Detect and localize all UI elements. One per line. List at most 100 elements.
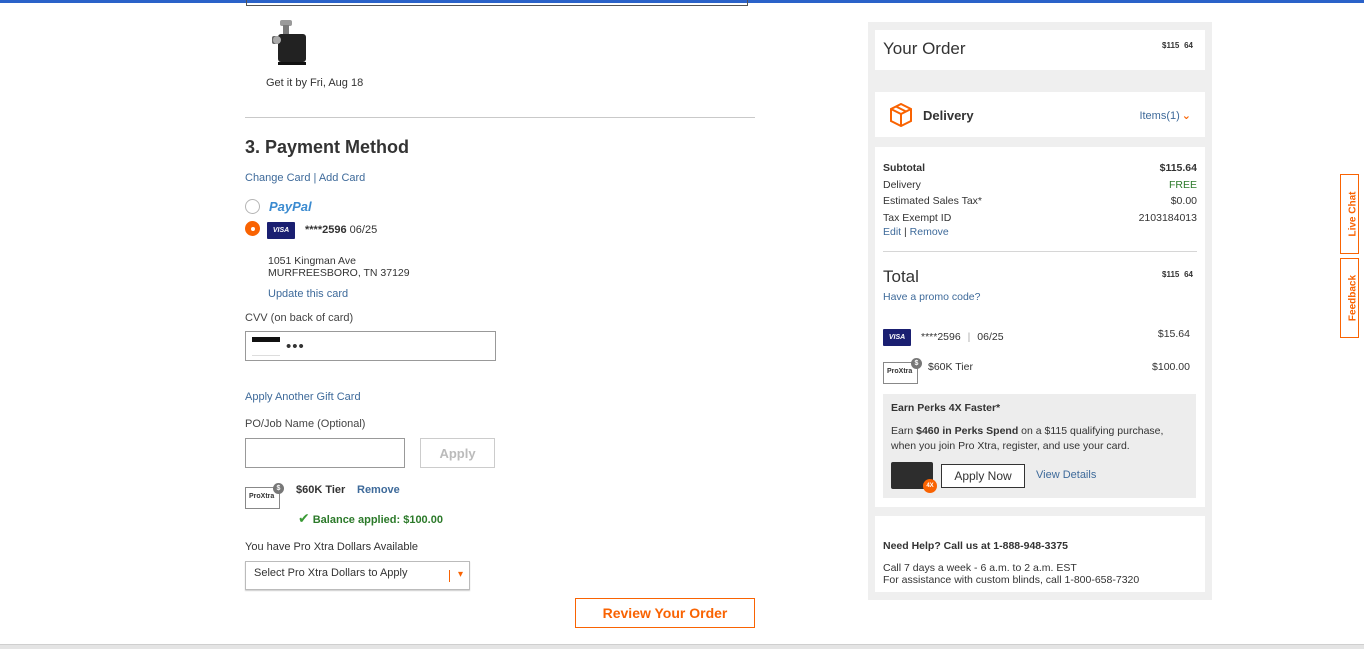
delivery-row-label: Delivery: [883, 179, 921, 191]
your-order-header: Your Order $115 64: [875, 30, 1205, 70]
tier-label: $60K Tier: [296, 484, 346, 496]
pay-card-info: ****2596 | 06/25: [921, 331, 1004, 343]
visa-icon: VISA: [267, 222, 295, 239]
cvv-label: CVV (on back of card): [245, 312, 354, 324]
product-box-edge: [246, 0, 748, 6]
paypal-radio[interactable]: [245, 199, 260, 214]
apply-button[interactable]: Apply: [420, 438, 495, 468]
perks-body-prefix: Earn: [891, 425, 917, 437]
total-dollars: $115: [1162, 270, 1180, 279]
edit-tax-exempt-link[interactable]: Edit: [883, 226, 901, 238]
address-line1: 1051 Kingman Ave: [268, 255, 356, 267]
help-panel: Need Help? Call us at 1-888-948-3375 Cal…: [875, 516, 1205, 592]
pay-card-amount: $15.64: [1157, 328, 1190, 340]
billing-address: 1051 Kingman Ave MURFREESBORO, TN 37129: [268, 255, 410, 279]
checkmark-icon: ✔: [298, 510, 310, 526]
tax-row: Estimated Sales Tax* $0.00: [883, 195, 1197, 209]
remove-tier-link[interactable]: Remove: [357, 484, 400, 496]
subtotal-value: $115.64: [1159, 162, 1197, 174]
help-body: Call 7 days a week - 6 a.m. to 2 a.m. ES…: [883, 562, 1139, 586]
update-card-link[interactable]: Update this card: [268, 288, 348, 300]
feedback-label: Feedback: [1347, 274, 1359, 322]
delivery-panel: Delivery Items(1) ⌄: [875, 92, 1205, 137]
pro-xtra-logo-text: ProXtra: [249, 493, 275, 500]
view-details-link[interactable]: View Details: [1036, 469, 1096, 481]
remove-tax-exempt-link[interactable]: Remove: [910, 226, 949, 238]
apply-now-button[interactable]: Apply Now: [941, 464, 1025, 488]
visa-icon: VISA: [883, 329, 911, 346]
saved-card-number: ****2596 06/25: [305, 224, 377, 236]
po-job-label: PO/Job Name (Optional): [245, 418, 366, 430]
change-card-link[interactable]: Change Card: [245, 172, 310, 184]
divider: [245, 117, 755, 118]
4x-badge: 4X: [923, 479, 937, 493]
pay-card-expiry: 06/25: [977, 331, 1004, 343]
tax-exempt-label: Tax Exempt ID: [883, 212, 952, 224]
subtotal-label: Subtotal: [883, 162, 925, 174]
product-image: [272, 20, 306, 65]
card-expiry: 06/25: [349, 224, 378, 236]
summary-divider: [883, 251, 1197, 252]
address-line2: MURFREESBORO, TN 37129: [268, 267, 410, 279]
help-title: Need Help? Call us at 1-888-948-3375: [883, 540, 1069, 552]
promo-code-link[interactable]: Have a promo code?: [883, 291, 980, 303]
delivery-row-value: FREE: [1168, 179, 1197, 191]
summary-details: Subtotal $115.64 Delivery FREE Estimated…: [875, 147, 1205, 507]
pro-xtra-logo-text: ProXtra: [887, 368, 913, 375]
order-summary: Your Order $115 64 Delivery Items(1) ⌄ Su…: [868, 22, 1212, 600]
pro-xtra-dollars-select[interactable]: Select Pro Xtra Dollars to Apply ▾: [245, 561, 470, 590]
payment-section-title: 3. Payment Method: [245, 137, 410, 157]
card-back-icon: [252, 337, 280, 356]
select-separator: [449, 570, 450, 582]
order-price-cents: 64: [1184, 41, 1193, 50]
order-price-dollars: $115: [1162, 41, 1180, 50]
items-link: Items(1): [1139, 110, 1180, 122]
dollar-icon: $: [911, 358, 922, 369]
tax-value: $0.00: [1170, 195, 1197, 207]
edit-separator: |: [904, 226, 907, 238]
live-chat-label: Live Chat: [1347, 191, 1359, 237]
delivery-row: Delivery FREE: [883, 179, 1197, 193]
card-links: Change Card | Add Card: [245, 172, 365, 184]
apply-gift-card-link[interactable]: Apply Another Gift Card: [245, 391, 361, 403]
live-chat-tab[interactable]: Live Chat: [1340, 174, 1359, 254]
perks-title: Earn Perks 4X Faster*: [891, 402, 1001, 414]
total-label: Total: [883, 267, 919, 286]
paypal-logo: PayPal: [269, 199, 312, 214]
items-toggle[interactable]: Items(1) ⌄: [1139, 109, 1191, 122]
bottom-bar: [0, 644, 1364, 649]
perks-promo: Earn Perks 4X Faster* Earn $460 in Perks…: [883, 394, 1196, 498]
pay-tier-amount: $100.00: [1152, 361, 1190, 373]
perks-body: Earn $460 in Perks Spend on a $115 quali…: [891, 424, 1181, 454]
dollar-icon: $: [273, 483, 284, 494]
pay-tier-label: $60K Tier: [928, 361, 973, 373]
chevron-down-icon: ▾: [457, 569, 463, 580]
balance-applied: ✔ Balance applied: $100.00: [298, 510, 443, 527]
balance-applied-text: Balance applied: $100.00: [312, 514, 443, 526]
order-price: $115 64: [1162, 40, 1193, 60]
po-job-input[interactable]: [245, 438, 405, 468]
pro-xtra-dollars-select-value: Select Pro Xtra Dollars to Apply: [254, 567, 408, 579]
delivery-label: Delivery: [923, 108, 974, 123]
visa-card-radio[interactable]: [245, 221, 260, 236]
delivery-date: Get it by Fri, Aug 18: [266, 77, 364, 89]
cvv-input[interactable]: •••: [245, 331, 496, 361]
tax-exempt-value: 2103184013: [1138, 212, 1197, 224]
pro-xtra-logo: ProXtra $: [883, 358, 922, 384]
total-price: $115 64: [1162, 269, 1193, 289]
help-line2: For assistance with custom blinds, call …: [883, 574, 1140, 586]
feedback-tab[interactable]: Feedback: [1340, 258, 1359, 338]
pay-card-number: ****2596: [921, 331, 961, 343]
total-cents: 64: [1184, 270, 1193, 279]
card-number: ****2596: [305, 224, 347, 236]
tax-label: Estimated Sales Tax*: [883, 195, 983, 207]
card-links-separator: |: [313, 172, 317, 184]
box-icon: [890, 103, 912, 127]
review-order-button[interactable]: Review Your Order: [575, 598, 755, 628]
your-order-title: Your Order: [883, 39, 966, 58]
chevron-down-icon: ⌄: [1181, 110, 1191, 122]
add-card-link[interactable]: Add Card: [319, 172, 365, 184]
tax-exempt-row: Tax Exempt ID 2103184013: [883, 212, 1197, 226]
tax-exempt-actions: Edit | Remove: [883, 226, 1197, 240]
pay-card-separator: |: [967, 331, 971, 343]
